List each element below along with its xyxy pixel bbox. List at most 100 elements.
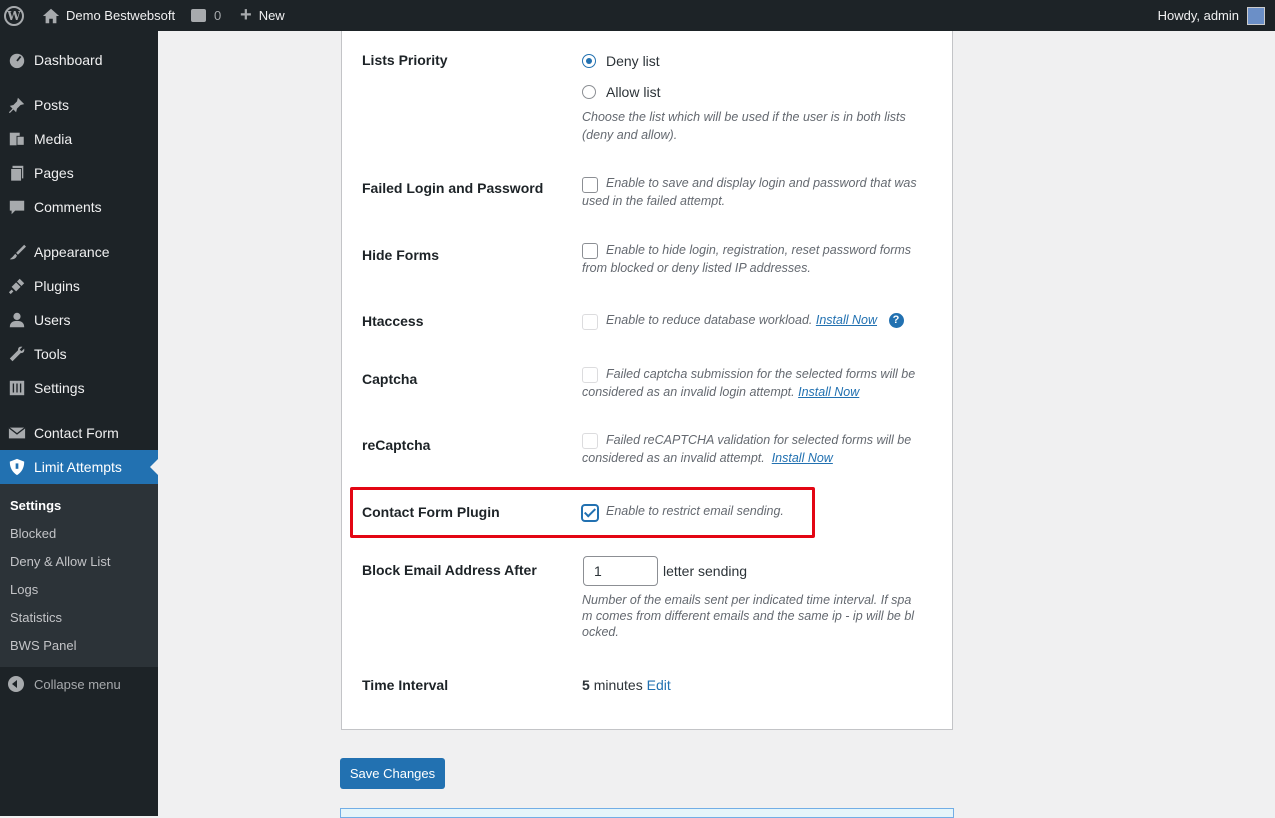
captcha-description: Failed captcha submission for the select… <box>582 365 915 401</box>
desc-line: Choose the list which will be used if th… <box>582 110 906 124</box>
collapse-menu-button[interactable]: Collapse menu <box>0 671 121 697</box>
recaptcha-label: reCaptcha <box>362 437 431 453</box>
lists-priority-description: Choose the list which will be used if th… <box>582 108 906 144</box>
deny-list-radio-row[interactable]: Deny list <box>582 53 922 73</box>
deny-list-radio[interactable] <box>582 54 596 68</box>
desc-line: Enable to save and display login and pas… <box>606 176 917 190</box>
captcha-install-now-link[interactable]: Install Now <box>798 385 859 399</box>
menu-tools[interactable]: Tools <box>0 337 158 371</box>
desc-line: from blocked or deny listed IP addresses… <box>582 261 811 275</box>
current-menu-arrow <box>150 459 158 475</box>
new-content-link[interactable]: + New <box>240 0 285 31</box>
menu-label: Users <box>34 312 71 328</box>
envelope-icon <box>7 423 27 443</box>
htaccess-label: Htaccess <box>362 313 424 329</box>
time-interval-number: 5 <box>582 677 590 693</box>
submenu-deny-allow-list[interactable]: Deny & Allow List <box>10 554 110 569</box>
desc-line: m comes from different emails and the sa… <box>582 609 915 623</box>
desc-line: Number of the emails sent per indicated … <box>582 593 912 607</box>
time-interval-label: Time Interval <box>362 677 449 693</box>
menu-dashboard[interactable]: Dashboard <box>0 43 158 77</box>
comments-link[interactable]: 0 <box>191 0 221 31</box>
comment-bubble-icon <box>191 9 206 22</box>
block-email-number-input[interactable]: 1 <box>583 556 658 586</box>
menu-label: Tools <box>34 346 67 362</box>
desc-line: Enable to hide login, registration, rese… <box>606 243 912 257</box>
help-icon[interactable]: ? <box>888 313 904 329</box>
menu-plugins[interactable]: Plugins <box>0 269 158 303</box>
menu-limit-attempts[interactable]: Limit Attempts <box>0 450 158 484</box>
menu-label: Limit Attempts <box>34 459 122 475</box>
block-email-label: Block Email Address After <box>362 562 537 578</box>
desc-line: ocked. <box>582 625 619 639</box>
time-interval-edit-link[interactable]: Edit <box>647 677 671 693</box>
desc-line: considered as an invalid login attempt. <box>582 385 795 399</box>
pages-icon <box>7 163 27 183</box>
menu-label: Pages <box>34 165 74 181</box>
comments-icon <box>7 197 27 217</box>
allow-list-radio[interactable] <box>582 85 596 99</box>
submenu-logs[interactable]: Logs <box>10 582 38 597</box>
allow-list-label: Allow list <box>606 84 661 100</box>
menu-appearance[interactable]: Appearance <box>0 235 158 269</box>
allow-list-radio-row[interactable]: Allow list <box>582 84 922 104</box>
menu-users[interactable]: Users <box>0 303 158 337</box>
menu-label: Media <box>34 131 73 147</box>
save-changes-button[interactable]: Save Changes <box>340 758 445 789</box>
admin-bar: W Demo Bestwebsoft 0 + New Howdy, admin <box>0 0 1275 31</box>
menu-label: Appearance <box>34 244 110 260</box>
desc-line: Enable to restrict email sending. <box>606 504 784 518</box>
htaccess-description: Enable to reduce database workload. Inst… <box>606 311 904 329</box>
failed-login-label: Failed Login and Password <box>362 180 544 196</box>
comments-count: 0 <box>214 8 222 23</box>
letter-sending-label: letter sending <box>663 563 748 579</box>
failed-login-description: Enable to save and display login and pas… <box>582 174 917 210</box>
wrench-icon <box>7 344 27 364</box>
submenu-settings[interactable]: Settings <box>10 498 61 513</box>
account-menu[interactable]: Howdy, admin <box>1158 0 1265 31</box>
plug-icon <box>7 276 27 296</box>
menu-media[interactable]: Media <box>0 122 158 156</box>
lists-priority-label: Lists Priority <box>362 52 448 68</box>
time-interval-unit: minutes <box>593 677 643 693</box>
howdy-text: Howdy, admin <box>1157 8 1239 23</box>
user-icon <box>7 310 27 330</box>
hide-forms-label: Hide Forms <box>362 247 440 263</box>
menu-label: Plugins <box>34 278 80 294</box>
recaptcha-install-now-link[interactable]: Install Now <box>772 451 833 465</box>
menu-pages[interactable]: Pages <box>0 156 158 190</box>
desc-line: Enable to reduce database workload. <box>606 313 813 327</box>
dashboard-icon <box>7 50 27 70</box>
submenu-bws-panel[interactable]: BWS Panel <box>10 638 76 653</box>
time-interval-value: 5 minutes Edit <box>582 677 671 693</box>
desc-line: Failed captcha submission for the select… <box>606 367 916 381</box>
plus-icon: + <box>240 4 252 26</box>
brush-icon <box>7 242 27 262</box>
desc-line: Failed reCAPTCHA validation for selected… <box>606 433 912 447</box>
menu-contact-form[interactable]: Contact Form <box>0 416 158 450</box>
avatar <box>1247 6 1265 25</box>
new-label: New <box>258 8 285 23</box>
contact-form-plugin-label: Contact Form Plugin <box>362 504 500 520</box>
menu-label: Settings <box>34 380 85 396</box>
pin-icon <box>7 95 27 115</box>
menu-label: Contact Form <box>34 425 119 441</box>
limit-attempts-submenu: Settings Blocked Deny & Allow List Logs … <box>0 484 158 667</box>
contact-form-plugin-checkbox[interactable] <box>582 505 598 521</box>
wordpress-logo-icon[interactable]: W <box>4 0 28 31</box>
menu-comments[interactable]: Comments <box>0 190 158 224</box>
menu-label: Comments <box>34 199 102 215</box>
home-icon <box>42 8 60 23</box>
submenu-statistics[interactable]: Statistics <box>10 610 62 625</box>
menu-posts[interactable]: Posts <box>0 88 158 122</box>
htaccess-install-now-link[interactable]: Install Now <box>816 313 877 327</box>
notice-box <box>340 808 954 818</box>
submenu-blocked[interactable]: Blocked <box>10 526 56 541</box>
collapse-icon <box>8 676 24 692</box>
desc-line: (deny and allow). <box>582 128 678 142</box>
block-email-description: Number of the emails sent per indicated … <box>582 592 914 640</box>
desc-line: considered as an invalid attempt. <box>582 451 765 465</box>
deny-list-label: Deny list <box>606 53 660 69</box>
site-name-link[interactable]: Demo Bestwebsoft <box>42 0 175 31</box>
menu-settings[interactable]: Settings <box>0 371 158 405</box>
